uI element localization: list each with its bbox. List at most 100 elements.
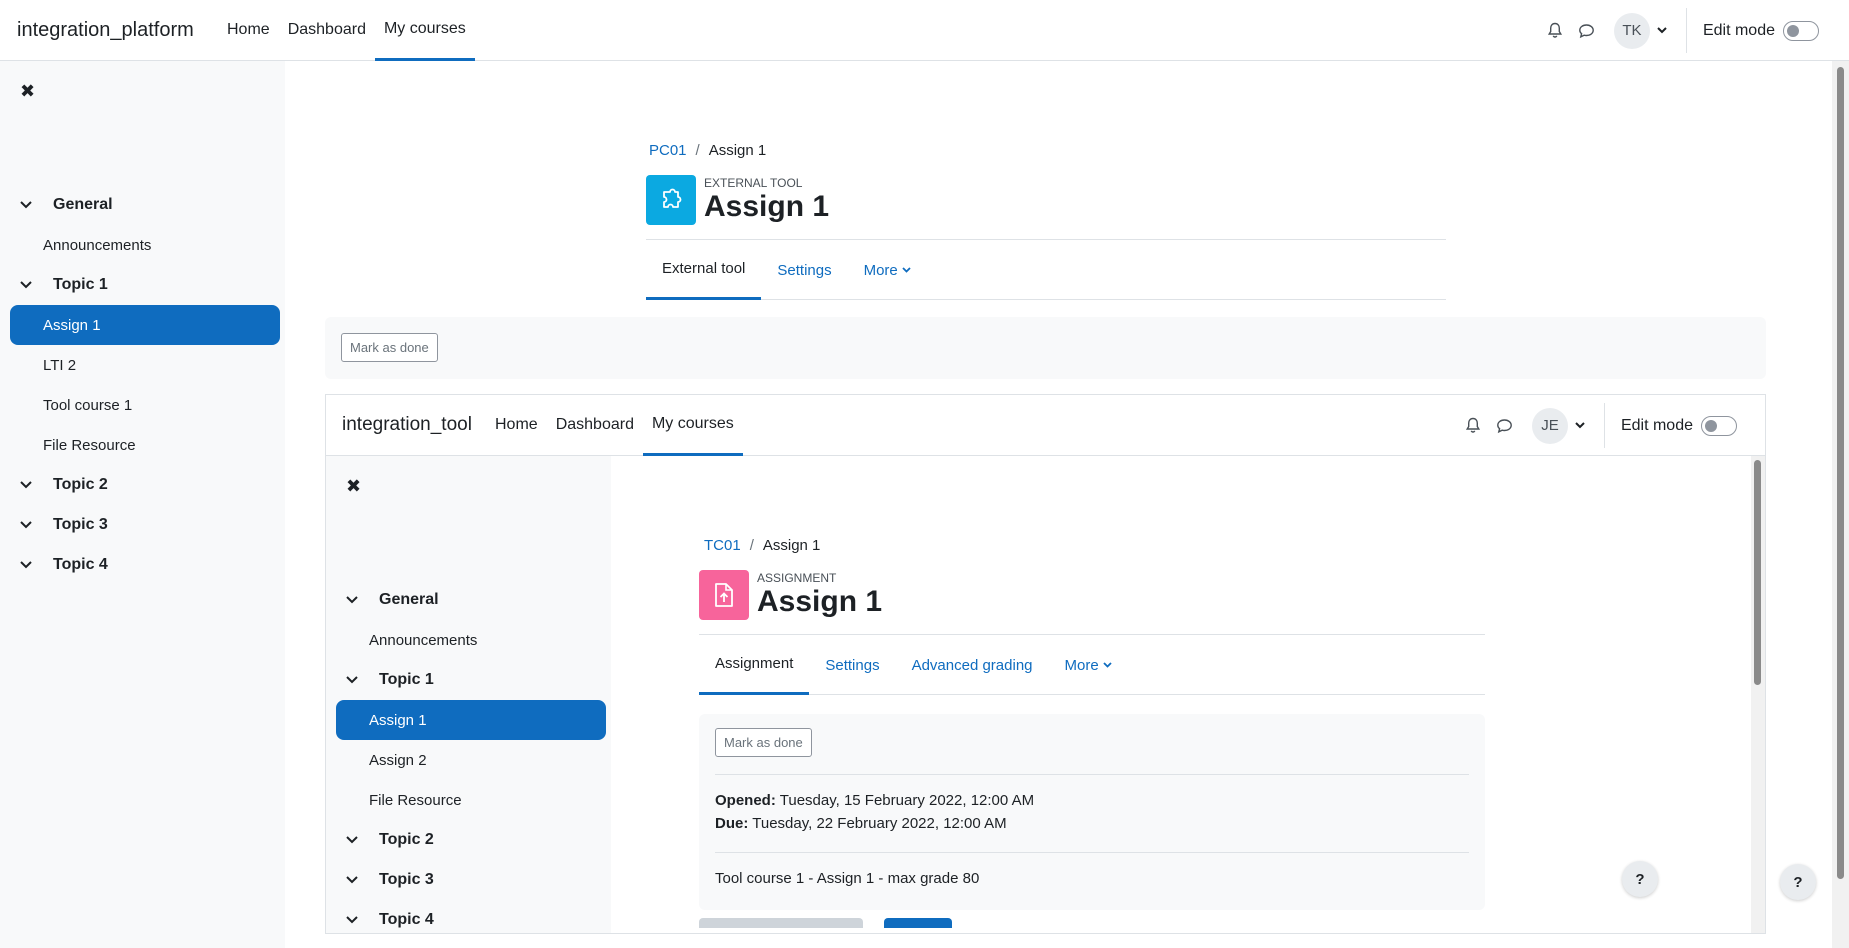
page-title: Assign 1	[757, 585, 883, 618]
activity-information-panel: Mark as done Opened: Tuesday, 15 Februar…	[699, 714, 1485, 910]
notifications-bell-icon[interactable]	[1540, 16, 1570, 46]
page-scrollbar[interactable]	[1832, 61, 1849, 948]
course-index-item[interactable]: Tool course 1	[10, 385, 280, 425]
mark-as-done-button[interactable]: Mark as done	[341, 333, 438, 362]
site-brand[interactable]: integration_platform	[0, 19, 218, 42]
iframe-scrollbar[interactable]	[1751, 456, 1765, 933]
breadcrumb-course-link[interactable]: PC01	[649, 142, 687, 159]
navbar-divider	[1603, 403, 1605, 448]
course-index: General Announcements Topic 1 Assign 1 L…	[10, 185, 280, 585]
nav-my-courses[interactable]: My courses	[642, 395, 743, 456]
primary-nav: Home Dashboard My courses	[218, 0, 475, 61]
secondary-nav-tabs: Assignment Settings Advanced grading Mor…	[699, 634, 1485, 695]
breadcrumb-course-link[interactable]: TC01	[704, 537, 741, 554]
nav-my-courses[interactable]: My courses	[374, 0, 475, 61]
puzzle-icon	[646, 175, 696, 225]
course-index-item[interactable]: File Resource	[10, 425, 280, 465]
course-index-item[interactable]: Announcements	[336, 620, 606, 660]
tab-assignment[interactable]: Assignment	[699, 635, 810, 695]
chevron-down-icon[interactable]	[346, 916, 362, 924]
tool-site-brand[interactable]: integration_tool	[326, 414, 486, 436]
course-index-item[interactable]: File Resource	[336, 780, 606, 820]
edit-mode-label: Edit mode	[1702, 21, 1775, 39]
navbar-divider	[1685, 8, 1687, 53]
tab-more[interactable]: More	[1049, 635, 1128, 695]
chevron-down-icon	[902, 267, 911, 273]
nav-dashboard[interactable]: Dashboard	[279, 0, 375, 61]
drawer-close-icon[interactable]: ✖	[346, 476, 361, 497]
section-topic-1[interactable]: Topic 1	[336, 660, 606, 700]
messages-chat-icon[interactable]	[1572, 16, 1602, 46]
partially-visible-primary-button[interactable]	[884, 918, 952, 928]
chevron-down-icon[interactable]	[346, 676, 362, 684]
edit-mode-label: Edit mode	[1620, 416, 1693, 434]
section-general[interactable]: General	[10, 185, 280, 225]
due-date: Due: Tuesday, 22 February 2022, 12:00 AM	[715, 815, 1007, 832]
user-menu-chevron-down-icon[interactable]	[1572, 418, 1588, 434]
breadcrumb-current: Assign 1	[708, 142, 767, 159]
tool-help-button[interactable]: ?	[1622, 861, 1658, 897]
chevron-down-icon[interactable]	[20, 521, 36, 529]
tab-external-tool[interactable]: External tool	[646, 240, 762, 300]
tool-navbar: integration_tool Home Dashboard My cours…	[326, 395, 1765, 456]
help-button[interactable]: ?	[1780, 864, 1816, 900]
breadcrumb-current: Assign 1	[762, 537, 821, 554]
navbar-user-area: TK Edit mode	[1540, 0, 1849, 61]
tool-primary-nav: Home Dashboard My courses	[486, 395, 743, 456]
chevron-down-icon[interactable]	[20, 561, 36, 569]
tool-navbar-user-area: JE Edit mode	[1458, 395, 1765, 456]
notifications-bell-icon[interactable]	[1458, 411, 1488, 441]
course-index-drawer: ✖ General Announcements Topic 1 Assign 1…	[0, 61, 285, 948]
panel-divider	[715, 774, 1469, 775]
opened-date: Opened: Tuesday, 15 February 2022, 12:00…	[715, 792, 1035, 809]
section-topic-3[interactable]: Topic 3	[10, 505, 280, 545]
nav-home[interactable]: Home	[218, 0, 279, 61]
course-index-item[interactable]: Announcements	[10, 225, 280, 265]
chevron-down-icon	[1103, 662, 1112, 668]
activity-type: Assignment	[757, 571, 837, 585]
course-index-item[interactable]: Assign 2	[336, 740, 606, 780]
section-topic-4[interactable]: Topic 4	[336, 900, 606, 933]
activity-type: External tool	[704, 176, 803, 190]
activity-completion-bar: Mark as done	[325, 317, 1766, 379]
tab-more[interactable]: More	[848, 240, 927, 300]
mark-as-done-button[interactable]: Mark as done	[715, 728, 812, 757]
chevron-down-icon[interactable]	[20, 481, 36, 489]
file-upload-icon	[699, 570, 749, 620]
breadcrumb: PC01 / Assign 1	[649, 142, 767, 159]
panel-divider	[715, 852, 1469, 853]
course-index-item-active[interactable]: Assign 1	[10, 305, 280, 345]
course-index-item[interactable]: LTI 2	[10, 345, 280, 385]
user-avatar[interactable]: TK	[1613, 12, 1650, 49]
edit-mode-toggle[interactable]	[1783, 20, 1819, 41]
partially-visible-secondary-button[interactable]	[699, 918, 863, 928]
course-index-item-active[interactable]: Assign 1	[336, 700, 606, 740]
assignment-description: Tool course 1 - Assign 1 - max grade 80	[715, 870, 980, 887]
user-menu-chevron-down-icon[interactable]	[1654, 23, 1670, 39]
section-topic-1[interactable]: Topic 1	[10, 265, 280, 305]
chevron-down-icon[interactable]	[346, 876, 362, 884]
nav-dashboard[interactable]: Dashboard	[547, 395, 643, 456]
chevron-down-icon[interactable]	[20, 281, 36, 289]
breadcrumb: TC01 / Assign 1	[704, 537, 821, 554]
activity-header: Assignment Assign 1	[699, 570, 882, 620]
tab-settings[interactable]: Settings	[809, 635, 895, 695]
chevron-down-icon[interactable]	[20, 201, 36, 209]
section-topic-2[interactable]: Topic 2	[336, 820, 606, 860]
drawer-close-icon[interactable]: ✖	[20, 81, 35, 102]
section-topic-4[interactable]: Topic 4	[10, 545, 280, 585]
section-general[interactable]: General	[336, 580, 606, 620]
edit-mode-toggle[interactable]	[1701, 415, 1737, 436]
user-avatar[interactable]: JE	[1531, 407, 1568, 444]
tool-main-content: TC01 / Assign 1 Assignment Assign 1 Assi…	[611, 456, 1750, 933]
messages-chat-icon[interactable]	[1490, 411, 1520, 441]
chevron-down-icon[interactable]	[346, 836, 362, 844]
tab-settings[interactable]: Settings	[761, 240, 847, 300]
chevron-down-icon[interactable]	[346, 596, 362, 604]
nav-home[interactable]: Home	[486, 395, 547, 456]
external-tool-iframe[interactable]: integration_tool Home Dashboard My cours…	[325, 394, 1766, 934]
section-topic-2[interactable]: Topic 2	[10, 465, 280, 505]
section-topic-3[interactable]: Topic 3	[336, 860, 606, 900]
secondary-nav-tabs: External tool Settings More	[646, 239, 1446, 300]
tab-advanced-grading[interactable]: Advanced grading	[896, 635, 1049, 695]
